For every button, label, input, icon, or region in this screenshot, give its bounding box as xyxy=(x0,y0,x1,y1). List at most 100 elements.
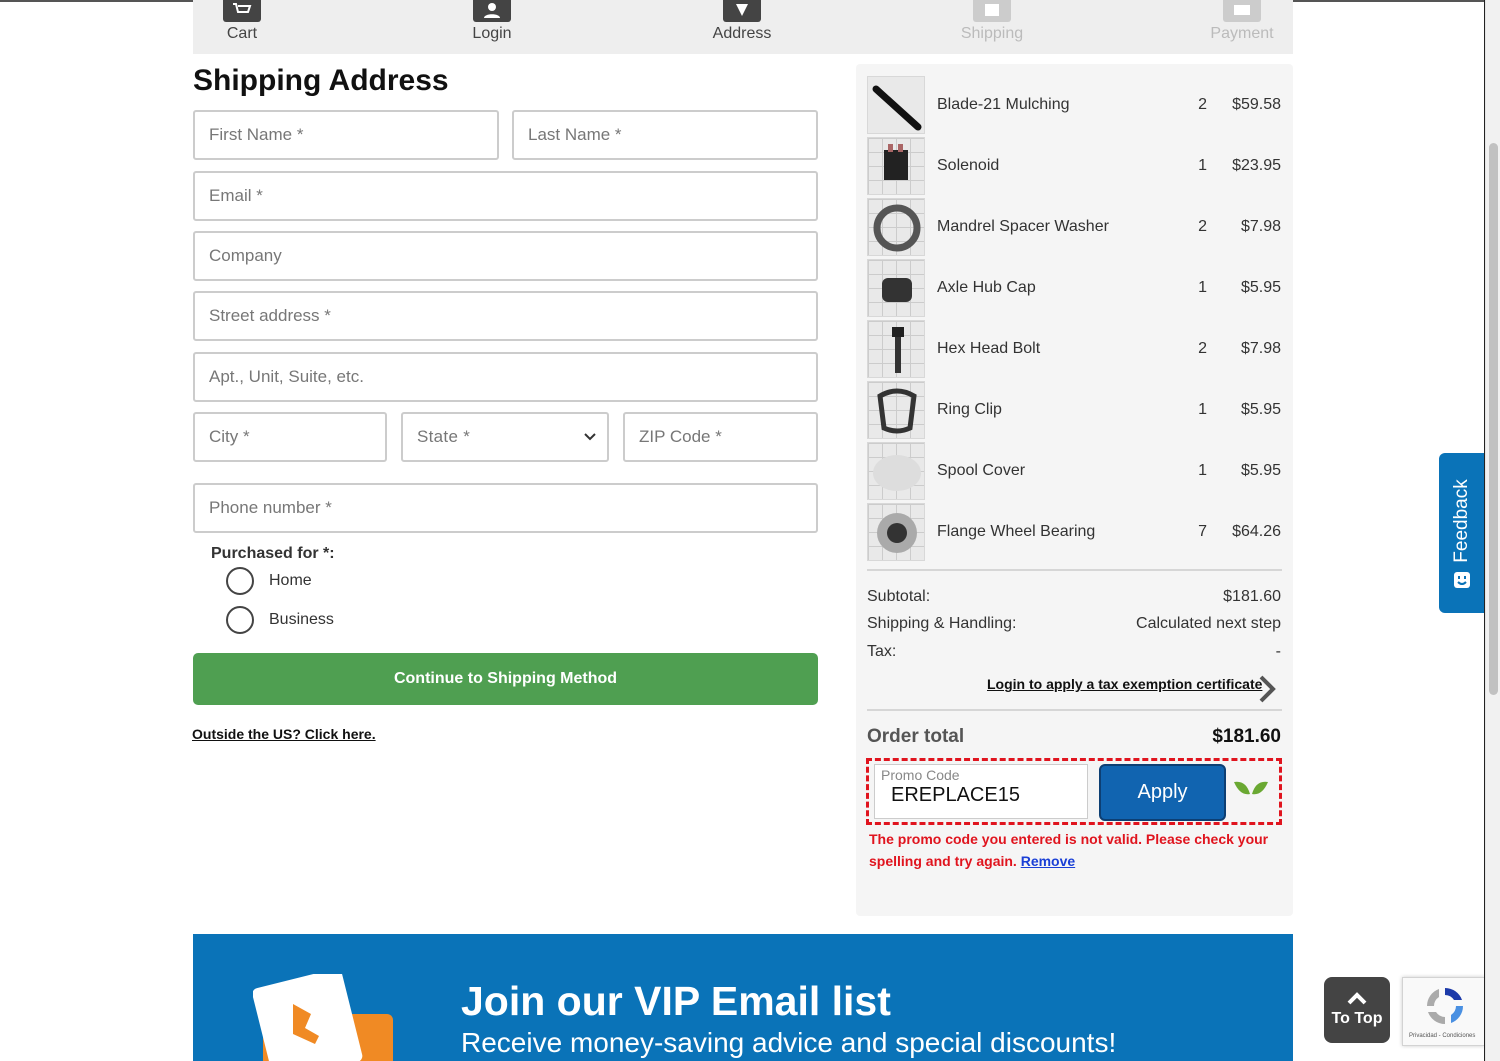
promo-code-field[interactable]: Promo Code EREPLACE15 xyxy=(874,764,1088,819)
order-total-label: Order total xyxy=(867,726,965,747)
card-icon xyxy=(1223,0,1261,22)
scrollbar-thumb[interactable] xyxy=(1489,143,1498,695)
map-pin-icon xyxy=(723,0,761,22)
last-name-input[interactable] xyxy=(528,125,816,145)
phone-field[interactable] xyxy=(193,483,818,533)
recaptcha-text: Privacidad - Condiciones xyxy=(1409,1033,1476,1039)
recaptcha-badge[interactable]: Privacidad - Condiciones xyxy=(1402,977,1485,1046)
to-top-button[interactable]: To Top xyxy=(1324,977,1390,1043)
feedback-tab[interactable]: Feedback xyxy=(1439,453,1485,613)
vip-title: Join our VIP Email list xyxy=(461,978,891,1024)
item-qty: 1 xyxy=(1198,279,1207,296)
promo-code-input[interactable]: EREPLACE15 xyxy=(891,784,1020,807)
radio-business[interactable] xyxy=(226,606,254,634)
company-input[interactable] xyxy=(209,246,816,266)
first-name-field[interactable] xyxy=(193,110,499,160)
apply-button[interactable]: Apply xyxy=(1099,764,1226,821)
zip-field[interactable] xyxy=(623,412,818,462)
item-price: $59.58 xyxy=(1232,96,1281,113)
list-item: Mandrel Spacer Washer 2 $7.98 xyxy=(867,198,1282,259)
item-price: $7.98 xyxy=(1240,218,1281,235)
vertical-scrollbar[interactable] xyxy=(1485,0,1500,1061)
state-select-value: State * xyxy=(417,427,471,446)
leaf-icon xyxy=(1234,781,1268,795)
promo-code-label: Promo Code xyxy=(881,767,960,783)
city-field[interactable] xyxy=(193,412,387,462)
list-item: Solenoid 1 $23.95 xyxy=(867,137,1282,198)
list-item: Hex Head Bolt 2 $7.98 xyxy=(867,320,1282,381)
step-address[interactable]: Address xyxy=(682,0,802,43)
street-input[interactable] xyxy=(209,306,816,326)
item-qty: 1 xyxy=(1198,462,1207,479)
apt-input[interactable] xyxy=(209,367,816,387)
item-qty: 2 xyxy=(1198,218,1207,235)
purchased-for-label: Purchased for *: xyxy=(211,545,335,562)
continue-button[interactable]: Continue to Shipping Method xyxy=(193,653,818,705)
step-payment: Payment xyxy=(1182,0,1302,43)
item-price: $5.95 xyxy=(1240,401,1281,418)
item-qty: 1 xyxy=(1198,157,1207,174)
item-price: $64.26 xyxy=(1232,523,1281,540)
step-cart[interactable]: Cart xyxy=(182,0,302,43)
tax-label: Tax: xyxy=(867,643,897,660)
radio-home[interactable] xyxy=(226,567,254,595)
radio-business-label[interactable]: Business xyxy=(269,611,334,629)
step-shipping: Shipping xyxy=(932,0,1052,43)
item-name: Mandrel Spacer Washer xyxy=(937,218,1109,235)
recaptcha-icon xyxy=(1427,988,1463,1024)
city-input[interactable] xyxy=(209,427,385,447)
promo-remove-link[interactable]: Remove xyxy=(1021,853,1075,869)
shipping-label: Shipping & Handling: xyxy=(867,615,1017,632)
feedback-label: Feedback xyxy=(1451,479,1472,563)
street-field[interactable] xyxy=(193,291,818,341)
step-label: Shipping xyxy=(960,25,1024,42)
item-qty: 2 xyxy=(1198,340,1207,357)
tax-exemption-link[interactable]: Login to apply a tax exemption certifica… xyxy=(987,676,1262,692)
subtotal-value: $181.60 xyxy=(1223,588,1281,605)
zip-input[interactable] xyxy=(639,427,816,447)
user-icon xyxy=(473,0,511,22)
chevron-up-icon xyxy=(1347,992,1367,1005)
page-title: Shipping Address xyxy=(193,64,449,97)
last-name-field[interactable] xyxy=(512,110,818,160)
divider xyxy=(867,569,1282,571)
phone-input[interactable] xyxy=(209,498,816,518)
checkout-steps: Cart Login Address Shipping Payment xyxy=(193,0,1293,54)
product-thumbnail xyxy=(867,259,925,317)
divider xyxy=(867,709,1282,711)
first-name-input[interactable] xyxy=(209,125,497,145)
outside-us-link[interactable]: Outside the US? Click here. xyxy=(192,726,376,742)
item-name: Solenoid xyxy=(937,157,1000,174)
product-thumbnail xyxy=(867,442,925,500)
step-login[interactable]: Login xyxy=(432,0,552,43)
item-qty: 2 xyxy=(1198,96,1207,113)
item-name: Flange Wheel Bearing xyxy=(937,523,1096,540)
list-item: Ring Clip 1 $5.95 xyxy=(867,381,1282,442)
product-thumbnail xyxy=(867,503,925,561)
subtotal-label: Subtotal: xyxy=(867,588,931,605)
radio-home-label[interactable]: Home xyxy=(269,572,312,590)
item-qty: 7 xyxy=(1198,523,1207,540)
list-item: Blade-21 Mulching 2 $59.58 xyxy=(867,76,1282,137)
item-price: $23.95 xyxy=(1232,157,1281,174)
item-price: $7.98 xyxy=(1240,340,1281,357)
shipping-value: Calculated next step xyxy=(1136,615,1281,632)
cart-icon xyxy=(223,0,261,22)
chevron-right-icon[interactable] xyxy=(1256,674,1278,704)
step-label: Cart xyxy=(226,25,258,42)
email-field[interactable] xyxy=(193,171,818,221)
state-select[interactable]: State * xyxy=(401,412,609,462)
box-icon xyxy=(973,0,1011,22)
item-price: $5.95 xyxy=(1240,462,1281,479)
to-top-label: To Top xyxy=(1331,1010,1383,1027)
smiley-icon xyxy=(1454,572,1470,588)
email-input[interactable] xyxy=(209,186,816,206)
apt-field[interactable] xyxy=(193,352,818,402)
item-qty: 1 xyxy=(1198,401,1207,418)
tax-row: Tax: - xyxy=(867,643,1281,661)
list-item: Flange Wheel Bearing 7 $64.26 xyxy=(867,503,1282,564)
product-thumbnail xyxy=(867,320,925,378)
company-field[interactable] xyxy=(193,231,818,281)
email-envelope-icon xyxy=(253,974,393,1061)
list-item: Axle Hub Cap 1 $5.95 xyxy=(867,259,1282,320)
